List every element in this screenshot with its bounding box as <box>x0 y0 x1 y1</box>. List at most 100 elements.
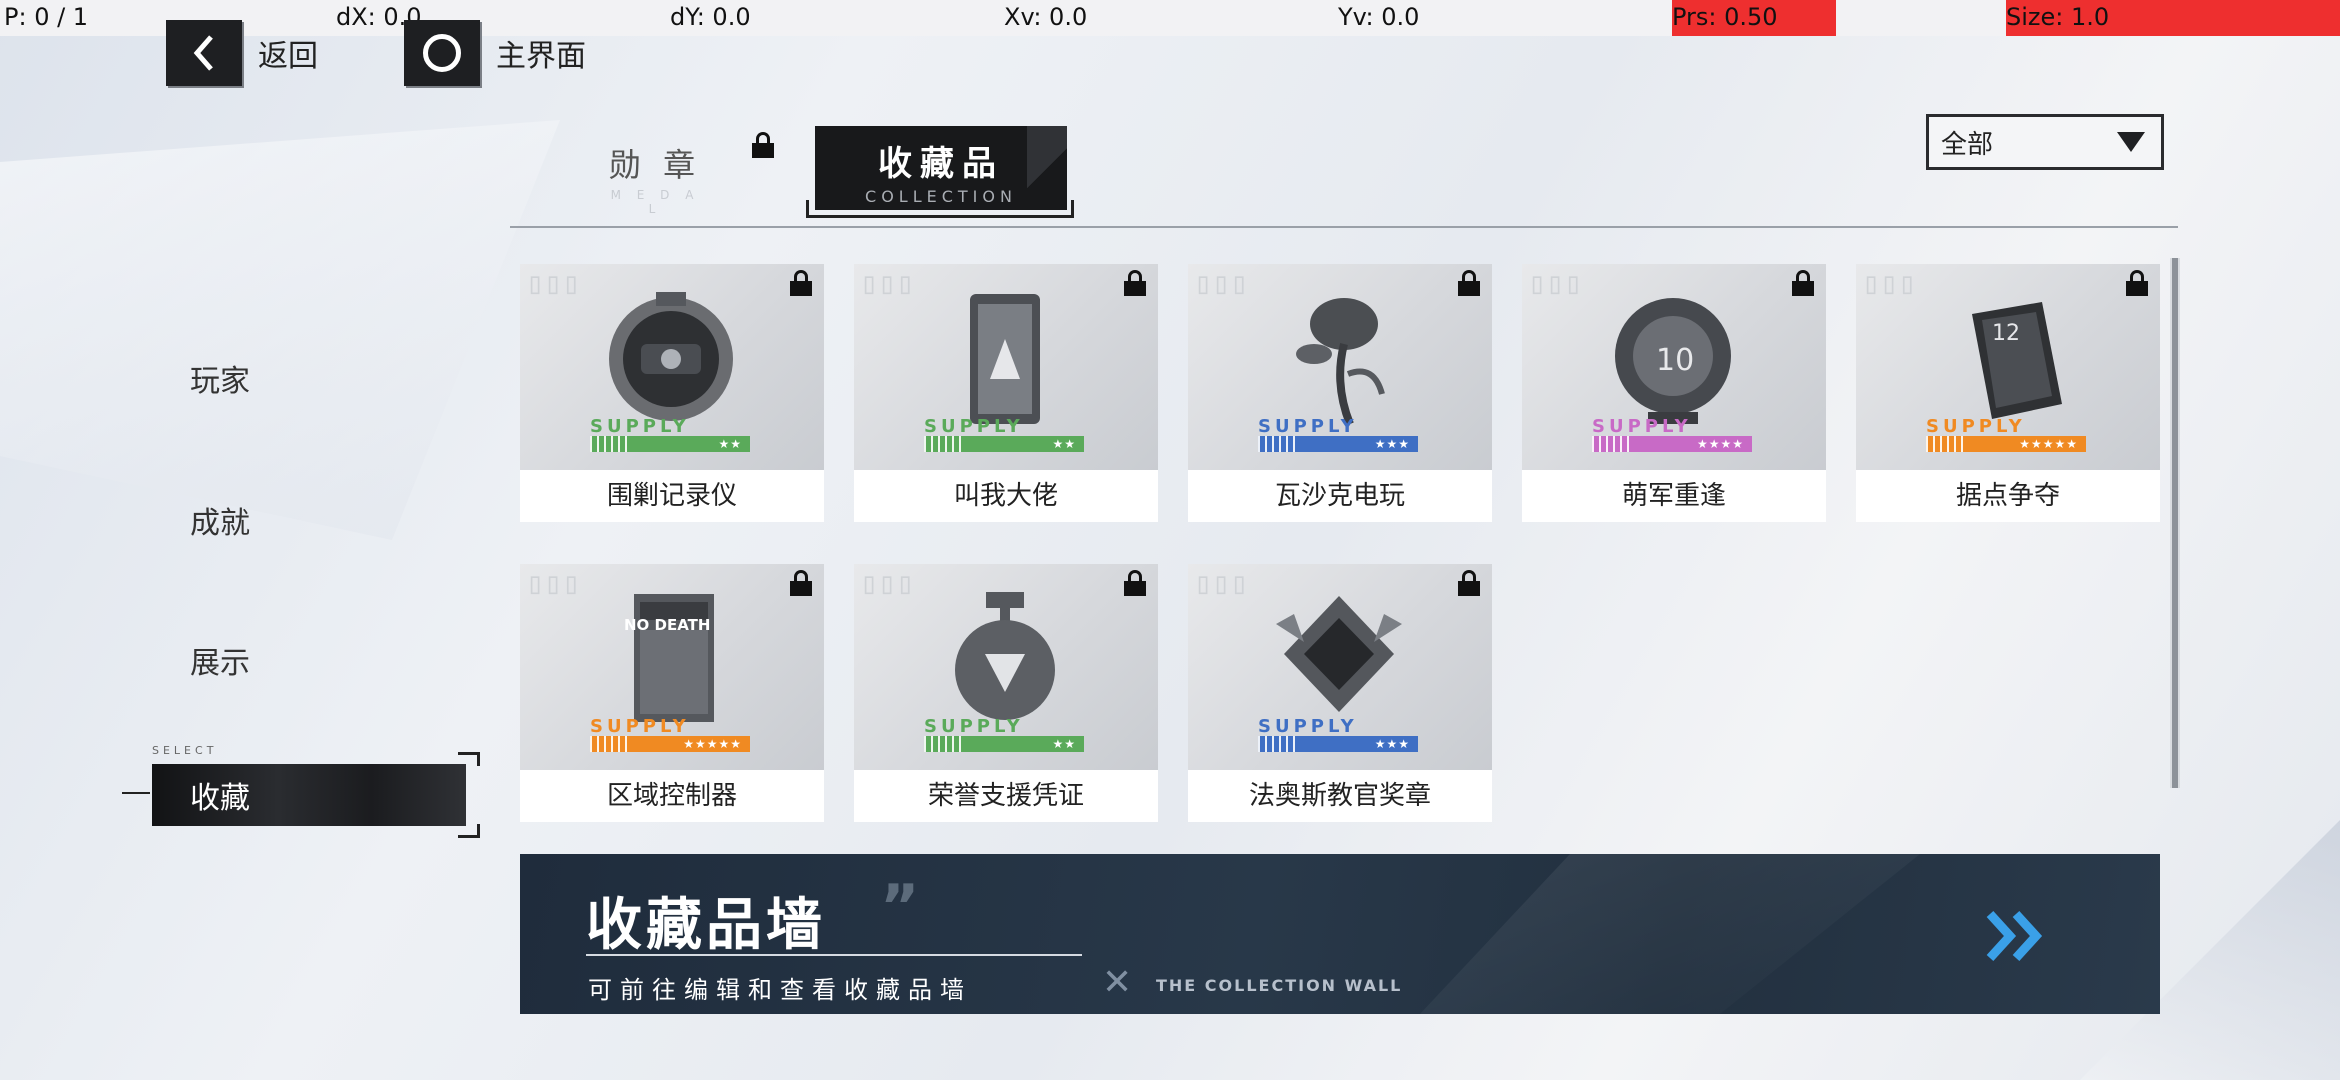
back-icon-box <box>166 20 242 86</box>
filter-dropdown[interactable]: 全部 <box>1926 114 2164 170</box>
filter-selected-value: 全部 <box>1941 129 1994 160</box>
debug-yv: Yv: 0.0 <box>1338 3 1420 31</box>
card-name: 瓦沙克电玩 <box>1274 481 1405 511</box>
rarity-ticks <box>924 736 964 752</box>
debug-xv: Xv: 0.0 <box>1004 3 1088 31</box>
collection-card[interactable]: ▯▯▯ SUPPLY ★★ 荣誉支援凭证 <box>854 564 1158 822</box>
lock-icon <box>790 570 812 596</box>
collection-card[interactable]: ▯▯▯ SUPPLY ★★ 围剿记录仪 <box>520 264 824 522</box>
poster-text: NO DEATH <box>624 616 711 634</box>
card-watermark: ▯▯▯ <box>526 266 581 301</box>
rarity-bar: ★★★★ <box>1592 436 1752 452</box>
lock-icon <box>1458 270 1480 296</box>
rarity-ticks <box>1926 436 1966 452</box>
rarity-bar: ★★★ <box>1258 736 1418 752</box>
card-thumbnail: ▯▯▯ SUPPLY ★★ <box>854 264 1158 470</box>
sidebar-item-collection[interactable]: 收藏 <box>152 764 466 826</box>
supply-label: SUPPLY <box>1926 416 2026 437</box>
card-watermark: ▯▯▯ <box>1528 266 1583 301</box>
recorder-icon <box>596 284 746 434</box>
debug-dy: dY: 0.0 <box>670 3 751 31</box>
medal-icon <box>930 584 1080 734</box>
card-name: 据点争夺 <box>1955 481 2060 511</box>
sidebar-item-achievements[interactable]: 成就 <box>190 498 250 542</box>
svg-text:12: 12 <box>1992 321 2020 346</box>
card-name: 荣誉支援凭证 <box>927 781 1084 811</box>
chevron-left-icon <box>193 35 213 71</box>
rarity-stars: ★★ <box>718 437 742 451</box>
plant-icon <box>1264 284 1414 434</box>
tab-collection[interactable]: 收藏品 COLLECTION <box>815 126 1067 210</box>
card-watermark: ▯▯▯ <box>1862 266 1917 301</box>
select-tag: SELECT <box>152 744 218 757</box>
home-button[interactable]: 主界面 <box>404 20 586 86</box>
rarity-stars: ★★ <box>1052 437 1076 451</box>
card-watermark: ▯▯▯ <box>1194 266 1249 301</box>
banner-title: 收藏品墙 <box>586 893 826 958</box>
rarity-bar: ★★★★★ <box>1926 436 2086 452</box>
back-button[interactable]: 返回 <box>166 20 318 86</box>
rarity-ticks <box>590 736 630 752</box>
card-name: 叫我大佬 <box>953 481 1058 511</box>
card-watermark: ▯▯▯ <box>860 566 915 601</box>
tab-medal-sublabel: M E D A L <box>610 188 700 216</box>
tab-divider <box>510 226 2178 228</box>
card-watermark: ▯▯▯ <box>526 566 581 601</box>
card-thumbnail: ▯▯▯ SUPPLY ★★★ <box>1188 564 1492 770</box>
tab-decoration <box>1027 126 1067 210</box>
rarity-ticks <box>590 436 630 452</box>
card-thumbnail: ▯▯▯ SUPPLY ★★ <box>520 264 824 470</box>
lock-icon <box>1458 570 1480 596</box>
collection-card[interactable]: ▯▯▯ SUPPLY ★★★ 法奥斯教官奖章 <box>1188 564 1492 822</box>
supply-label: SUPPLY <box>924 416 1024 437</box>
card-icon <box>930 284 1080 434</box>
scrollbar-thumb[interactable] <box>2172 258 2178 788</box>
rarity-bar: ★★ <box>924 736 1084 752</box>
card-name: 区域控制器 <box>606 781 737 811</box>
rarity-bar: ★★ <box>590 436 750 452</box>
selection-pointer <box>122 792 150 794</box>
card-thumbnail: ▯▯▯ NO DEATH SUPPLY ★★★★★ <box>520 564 824 770</box>
tab-medal-label: 勋 章 <box>608 146 702 184</box>
badge-icon <box>1264 584 1414 734</box>
lock-icon <box>1792 270 1814 296</box>
card-thumbnail: ▯▯▯ 10 SUPPLY ★★★★ <box>1522 264 1826 470</box>
collection-card[interactable]: ▯▯▯ 12 SUPPLY ★★★★★ 据点争夺 <box>1856 264 2160 522</box>
lock-icon <box>1124 570 1146 596</box>
collection-card[interactable]: ▯▯▯ SUPPLY ★★★ 瓦沙克电玩 <box>1188 264 1492 522</box>
lock-icon <box>790 270 812 296</box>
rarity-stars: ★★★★★ <box>683 737 742 751</box>
banner-en-label: THE COLLECTION WALL <box>1156 976 1403 995</box>
sidebar-item-player[interactable]: 玩家 <box>190 356 250 400</box>
collection-card[interactable]: ▯▯▯ 10 SUPPLY ★★★★ 萌军重逢 <box>1522 264 1826 522</box>
rarity-stars: ★★★★★ <box>2019 437 2078 451</box>
poster-icon <box>596 584 746 734</box>
tab-medal[interactable]: 勋 章 M E D A L <box>600 140 710 216</box>
rarity-ticks <box>1258 736 1298 752</box>
rarity-ticks <box>924 436 964 452</box>
card-watermark: ▯▯▯ <box>1194 566 1249 601</box>
selection-bracket <box>458 824 480 838</box>
active-tab-bracket <box>806 200 1074 218</box>
collection-card[interactable]: ▯▯▯ SUPPLY ★★ 叫我大佬 <box>854 264 1158 522</box>
double-chevron-right-icon[interactable] <box>1980 908 2060 964</box>
debug-pointer: P: 0 / 1 <box>4 3 89 31</box>
quote-mark-icon: ” <box>880 872 920 942</box>
collection-card[interactable]: ▯▯▯ NO DEATH SUPPLY ★★★★★ 区域控制器 <box>520 564 824 822</box>
supply-label: SUPPLY <box>590 416 690 437</box>
supply-label: SUPPLY <box>924 716 1024 737</box>
lock-icon <box>1124 270 1146 296</box>
back-label: 返回 <box>258 39 318 74</box>
lock-icon <box>752 132 774 158</box>
banner-underline <box>586 954 1082 956</box>
sidebar-item-showcase[interactable]: 展示 <box>190 638 250 682</box>
book-icon: 12 <box>1932 284 2082 434</box>
svg-text:10: 10 <box>1656 343 1694 378</box>
banner-subtitle: 可前往编辑和查看收藏品墙 <box>588 976 972 1004</box>
collection-wall-banner[interactable]: 收藏品墙 ” 可前往编辑和查看收藏品墙 ✕ THE COLLECTION WAL… <box>520 854 2160 1014</box>
rarity-ticks <box>1592 436 1632 452</box>
supply-label: SUPPLY <box>1592 416 1692 437</box>
card-name: 围剿记录仪 <box>606 481 737 511</box>
rarity-bar: ★★★ <box>1258 436 1418 452</box>
card-name: 法奥斯教官奖章 <box>1248 781 1431 811</box>
